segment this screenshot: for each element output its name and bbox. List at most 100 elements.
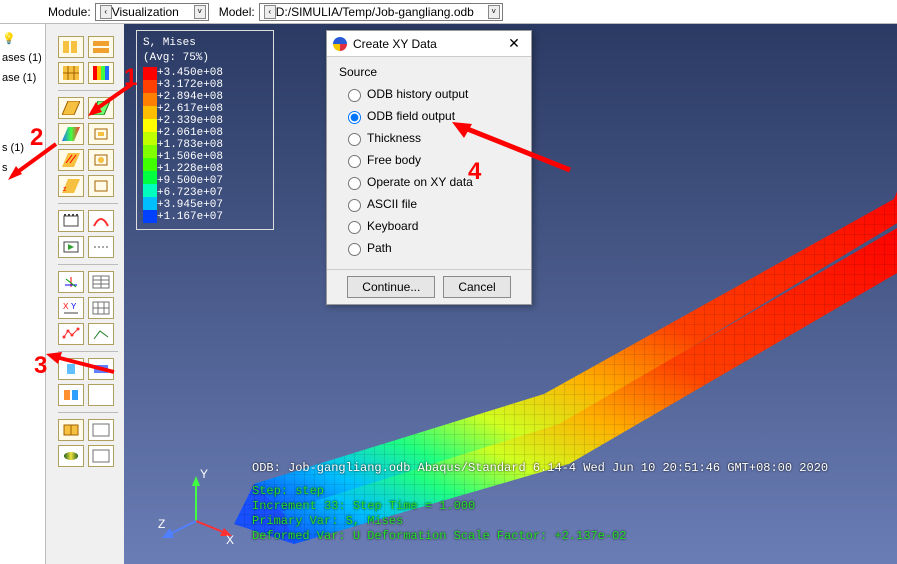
legend-value: +1.783e+08 <box>157 139 223 151</box>
cancel-button[interactable]: Cancel <box>443 276 510 298</box>
radio-input[interactable] <box>348 133 361 146</box>
tool-icon[interactable] <box>88 236 114 258</box>
radio-input[interactable] <box>348 221 361 234</box>
xy-plot-icon[interactable] <box>58 323 84 345</box>
tool-icon[interactable] <box>88 175 114 197</box>
option-label: ASCII file <box>367 197 417 211</box>
close-icon[interactable]: ✕ <box>503 34 525 54</box>
legend-value: +1.228e+08 <box>157 163 223 175</box>
svg-text:Y: Y <box>200 467 208 481</box>
chevron-down-icon[interactable]: ˅ <box>194 5 206 19</box>
radio-input[interactable] <box>348 243 361 256</box>
plot-undeformed-icon[interactable] <box>58 97 84 119</box>
plot-matorient-icon[interactable]: z <box>58 175 84 197</box>
legend-value: +3.945e+07 <box>157 199 223 211</box>
legend-value: +2.339e+08 <box>157 115 223 127</box>
model-value: D:/SIMULIA/Temp/Job-gangliang.odb <box>276 5 486 19</box>
tool-icon[interactable] <box>88 384 114 406</box>
model-select[interactable]: ‹ D:/SIMULIA/Temp/Job-gangliang.odb ˅ <box>259 3 503 21</box>
tool-icon[interactable] <box>58 271 84 293</box>
option-label: Keyboard <box>367 219 418 233</box>
svg-text:z: z <box>63 186 67 193</box>
source-option[interactable]: Operate on XY data <box>337 171 521 193</box>
radio-input[interactable] <box>348 177 361 190</box>
legend-title: S, Mises <box>143 37 267 50</box>
module-arrow-left[interactable]: ‹ <box>100 5 112 19</box>
option-label: Operate on XY data <box>367 175 473 189</box>
tool-icon[interactable] <box>58 384 84 406</box>
legend-value: +2.617e+08 <box>157 103 223 115</box>
odb-info-line: ODB: Job-gangliang.odb Abaqus/Standard 6… <box>252 461 828 476</box>
tool-icon[interactable] <box>88 323 114 345</box>
svg-text:X: X <box>226 533 234 546</box>
film-icon[interactable] <box>58 210 84 232</box>
source-option[interactable]: ASCII file <box>337 193 521 215</box>
tool-icon[interactable] <box>88 97 114 119</box>
option-label: Free body <box>367 153 421 167</box>
create-xy-data-dialog: Create XY Data ✕ Source ODB history outp… <box>326 30 532 305</box>
tool-icon[interactable] <box>88 62 114 84</box>
tree-item[interactable]: ases (1) <box>2 48 43 68</box>
legend-value: +2.061e+08 <box>157 127 223 139</box>
option-label: ODB history output <box>367 87 468 101</box>
xy-data-icon[interactable]: XY <box>58 297 84 319</box>
legend-value: +1.506e+08 <box>157 151 223 163</box>
continue-button[interactable]: Continue... <box>347 276 435 298</box>
table-icon[interactable] <box>88 419 114 441</box>
svg-text:X: X <box>63 302 69 311</box>
tree-item[interactable]: s <box>2 158 43 178</box>
plot-contour-icon[interactable] <box>58 123 84 145</box>
chevron-down-icon[interactable]: ˅ <box>488 5 500 19</box>
legend-subtitle: (Avg: 75%) <box>143 52 267 65</box>
tool-icon[interactable] <box>58 358 84 380</box>
lightbulb-icon[interactable]: 💡 <box>2 32 16 45</box>
step-line: Deformed Var: U Deformation Scale Factor… <box>252 529 828 544</box>
model-tree-panel: 💡 ases (1) ase (1) s (1) s <box>0 24 46 564</box>
tool-icon[interactable] <box>58 236 84 258</box>
legend-value: +9.500e+07 <box>157 175 223 187</box>
source-option[interactable]: Thickness <box>337 127 521 149</box>
step-line: Increment 33: Step Time = 1.000 <box>252 499 828 514</box>
tool-icon[interactable] <box>58 419 84 441</box>
annotation-number: 1 <box>124 64 137 92</box>
source-option[interactable]: Path <box>337 237 521 259</box>
tool-icon[interactable] <box>88 123 114 145</box>
source-option[interactable]: Keyboard <box>337 215 521 237</box>
radio-input[interactable] <box>348 111 361 124</box>
source-group-label: Source <box>339 65 521 79</box>
tool-icon[interactable] <box>58 62 84 84</box>
model-label: Model: <box>219 5 255 19</box>
viewport-info-block: ODB: Job-gangliang.odb Abaqus/Standard 6… <box>252 461 828 544</box>
svg-text:Z: Z <box>158 517 165 531</box>
tool-icon[interactable] <box>88 36 114 58</box>
option-label: Path <box>367 241 392 255</box>
tool-icon[interactable] <box>58 36 84 58</box>
tool-icon[interactable] <box>88 149 114 171</box>
table-icon[interactable] <box>88 445 114 467</box>
visualization-toolbox: z XY <box>58 36 118 467</box>
table-icon[interactable] <box>88 297 114 319</box>
dialog-title: Create XY Data <box>353 37 503 51</box>
legend-value: +1.167e+07 <box>157 211 223 223</box>
table-icon[interactable] <box>88 271 114 293</box>
source-option[interactable]: Free body <box>337 149 521 171</box>
tree-item[interactable]: ase (1) <box>2 68 43 88</box>
source-option[interactable]: ODB field output <box>337 105 521 127</box>
color-legend: S, Mises (Avg: 75%) +3.450e+08+3.172e+08… <box>136 30 274 230</box>
radio-input[interactable] <box>348 199 361 212</box>
annotation-number: 2 <box>30 124 43 152</box>
tool-icon[interactable] <box>88 358 114 380</box>
tool-icon[interactable] <box>88 210 114 232</box>
app-icon <box>333 37 347 51</box>
legend-value: +3.172e+08 <box>157 79 223 91</box>
plot-symbol-icon[interactable] <box>58 149 84 171</box>
module-select[interactable]: ‹ Visualization ˅ <box>95 3 209 21</box>
model-arrow-left[interactable]: ‹ <box>264 5 276 19</box>
radio-input[interactable] <box>348 89 361 102</box>
orientation-triad: Y X Z <box>156 466 236 546</box>
tool-icon[interactable] <box>58 445 84 467</box>
dialog-titlebar[interactable]: Create XY Data ✕ <box>327 31 531 57</box>
source-option[interactable]: ODB history output <box>337 83 521 105</box>
step-line: Step: step <box>252 484 828 499</box>
radio-input[interactable] <box>348 155 361 168</box>
